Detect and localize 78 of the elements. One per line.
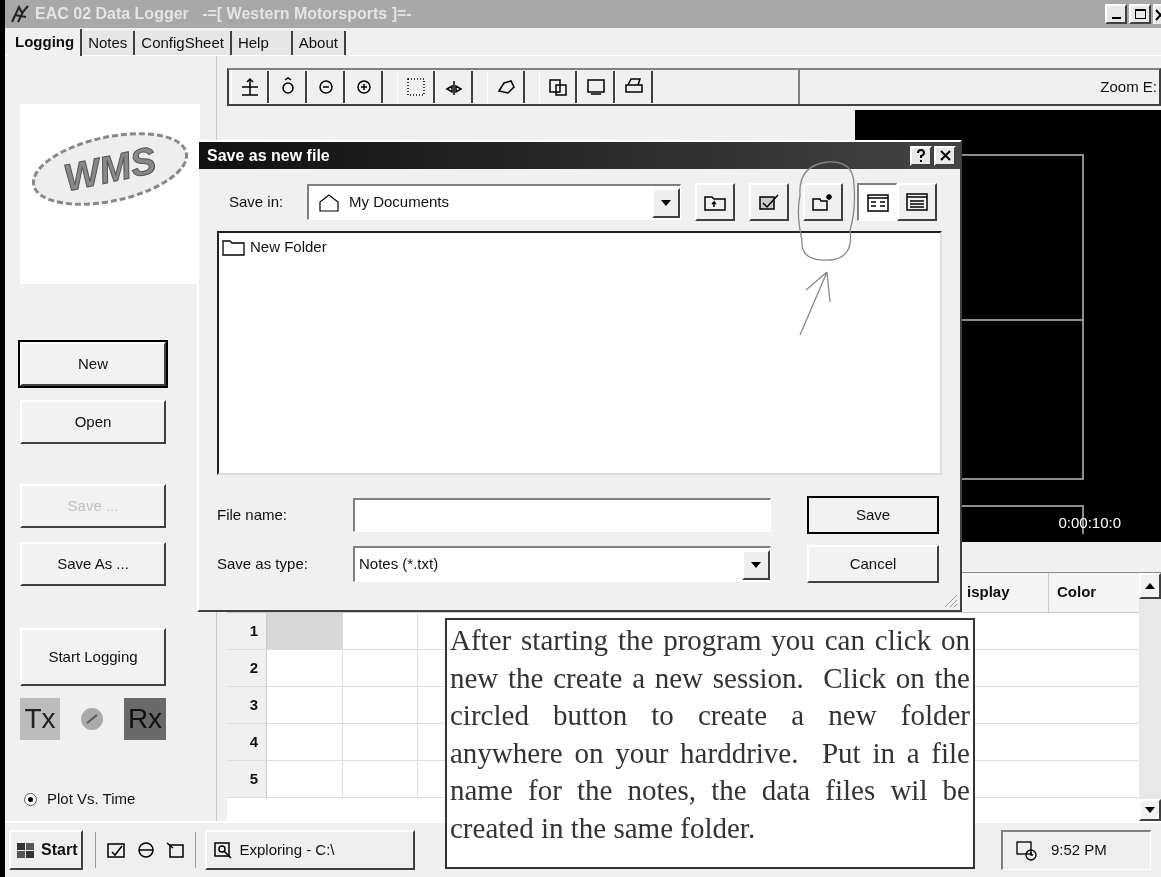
vertical-scrollbar[interactable] [1139,573,1161,821]
save-in-label: Save in: [229,191,285,212]
zoom-out-button[interactable] [307,71,345,103]
dialog-title: Save as new file [207,145,330,166]
copy-icon [546,77,569,97]
taskbar-task[interactable]: Exploring - C:\ [205,830,416,870]
rx-indicator: Rx [124,698,166,740]
row-number: 1 [227,613,267,649]
checkmark-icon [758,193,780,211]
new-folder-icon [812,193,834,211]
new-folder-button[interactable] [803,183,843,221]
select-area-button[interactable] [397,71,435,103]
windows-logo-icon [15,840,37,860]
tab[interactable]: ConfigSheet [135,31,232,55]
save-type-dropdown[interactable]: Notes (*.txt) [353,546,771,582]
tab[interactable]: About [292,31,346,55]
maximize-button[interactable] [1129,4,1151,24]
tx-indicator: Tx [20,698,60,740]
zoom-in-button[interactable] [345,71,383,103]
rotate-button[interactable] [269,71,307,103]
file-item[interactable]: New Folder [222,236,327,259]
resize-grip-icon[interactable] [942,592,958,608]
save-button[interactable]: Save [807,496,939,534]
annotation-text: After starting the program you can click on new the create a new session. Click on the circled button to create a new folder anywhere on your harddrive. Put in a file name for the notes, the data files wil be created in the same folder. [450,623,970,846]
minimize-button[interactable] [1105,4,1127,24]
help-button[interactable] [910,145,932,166]
up-folder-button[interactable] [695,183,735,221]
app-icon [9,3,31,25]
details-view-button[interactable] [897,183,937,221]
file-name-label: File name: [217,504,289,525]
sidebar-button[interactable]: Save As ... [20,542,166,586]
row-number: 3 [227,687,267,723]
sidebar-button[interactable]: New [20,342,166,386]
file-name-field[interactable] [353,498,771,532]
cancel-button[interactable]: Cancel [807,545,939,583]
desktop-icon[interactable] [105,840,128,860]
tab[interactable]: Help [231,31,293,55]
link-icon [79,706,105,732]
start-button[interactable]: Start [9,830,84,870]
caret-down-icon [661,199,671,206]
list-view-button[interactable] [857,183,897,221]
row-number: 5 [227,761,267,797]
time-label: 0:00:10:0 [1058,512,1121,533]
radio-label: Plot Vs. Time [47,789,136,809]
tab[interactable]: Logging [9,29,83,56]
caret-up-icon [1145,583,1155,589]
window-title: EAC 02 Data Logger -=[ Western Motorsports ]=- [35,4,412,24]
monitor-icon [584,77,607,97]
close-icon [939,150,951,161]
column-header: isplay [967,573,1049,612]
monitor-button[interactable] [577,71,615,103]
sidebar-button[interactable]: Open [20,400,166,444]
column-header: Color [1056,582,1098,603]
help-icon [916,149,926,162]
start-logging-button[interactable]: Start Logging [20,628,166,686]
list-view-icon [866,193,889,212]
scheduler-icon [1015,839,1039,862]
clock: 9:52 PM [1051,840,1107,861]
row-number: 4 [227,724,267,760]
zoom-label: Zoom E: [798,70,1159,104]
folder-icon [317,192,341,213]
details-view-icon [906,193,928,211]
move-button[interactable] [231,71,269,103]
dialog-close-button[interactable] [934,145,956,166]
favorites-button[interactable] [749,183,789,221]
radio-button[interactable] [24,792,37,806]
row-number: 2 [227,650,267,686]
split-button[interactable] [435,71,473,103]
print-button[interactable] [615,71,653,103]
dotted-rectangle-icon [404,77,427,97]
save-type-label: Save as type: [217,553,309,574]
tab[interactable]: Notes [82,31,136,55]
folder-icon [222,238,246,257]
caret-down-icon [751,561,761,568]
up-folder-icon [704,193,726,211]
save-in-dropdown[interactable]: My Documents [307,184,681,220]
caret-down-icon [1145,807,1155,813]
copy-button[interactable] [539,71,577,103]
